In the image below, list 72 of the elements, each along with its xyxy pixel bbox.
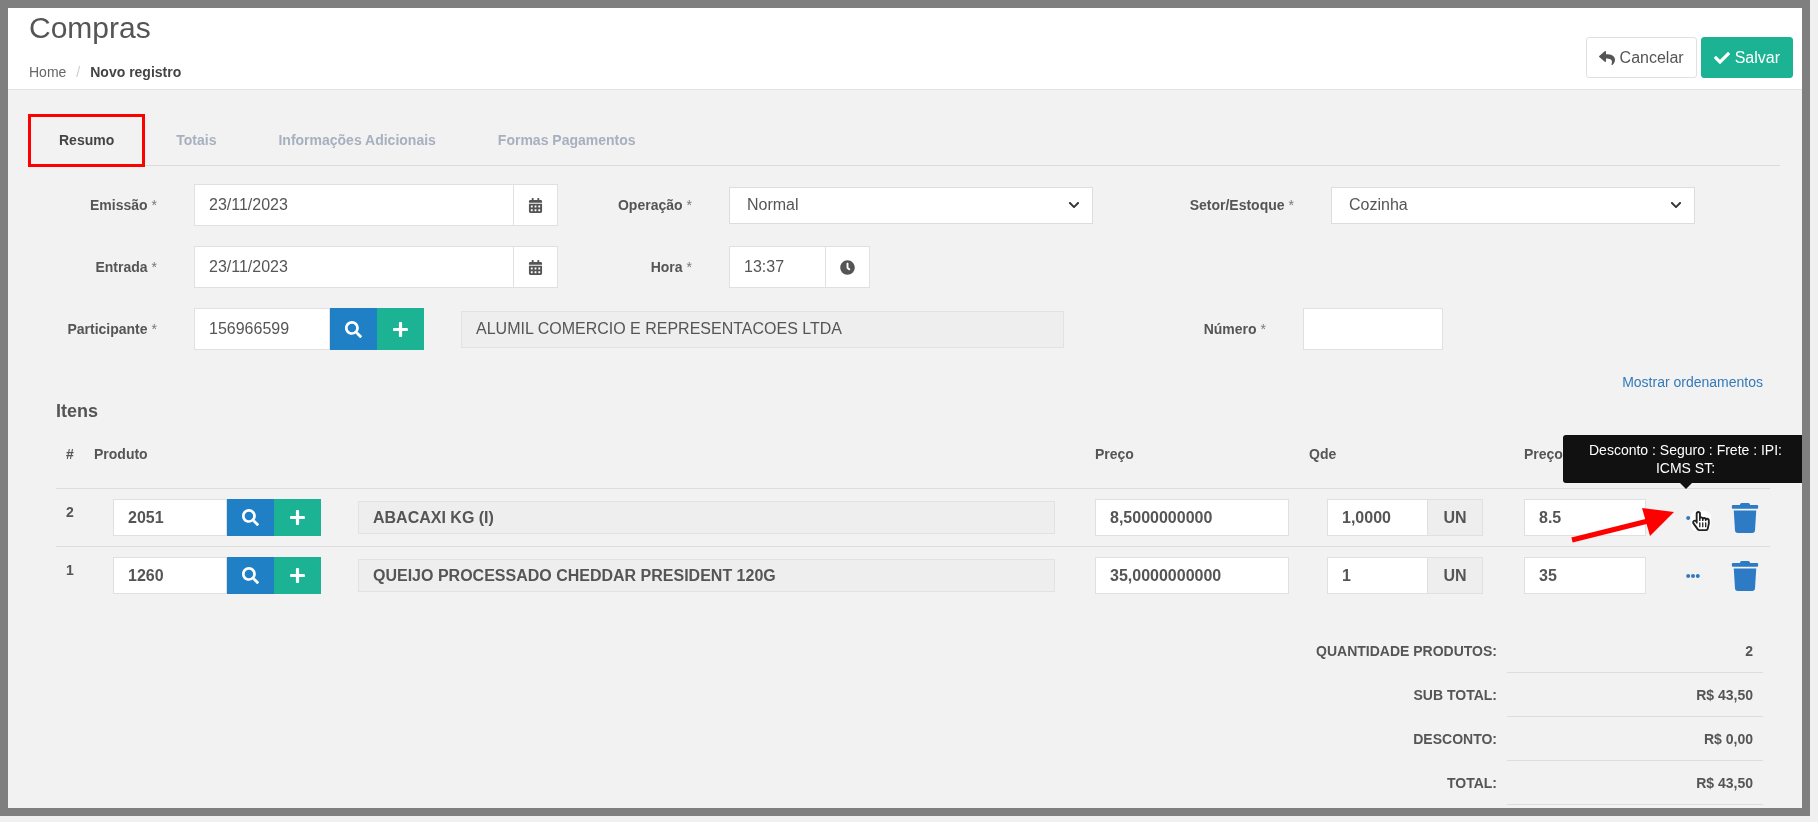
total-label: TOTAL: — [1445, 774, 1497, 793]
price-field[interactable]: 8,5000000000 — [1095, 499, 1289, 536]
product-code-field[interactable]: 1260 — [113, 557, 227, 594]
total-value: 2 — [1507, 629, 1763, 673]
unit-label: UN — [1428, 557, 1483, 594]
chevron-down-icon — [1670, 199, 1682, 211]
cancel-button[interactable]: Cancelar — [1585, 37, 1697, 78]
show-sorting-link[interactable]: Mostrar ordenamentos — [1622, 372, 1763, 392]
total-label: SUB TOTAL: — [1412, 686, 1497, 705]
section-title: Itens — [56, 400, 99, 422]
plus-icon — [289, 567, 306, 584]
field-label: Setor/Estoque * — [1189, 197, 1294, 213]
quantity-field[interactable]: 1 — [1327, 557, 1428, 594]
total-value: R$ 43,50 — [1507, 761, 1763, 805]
breadcrumb-separator: / — [76, 63, 81, 82]
product-name-field: QUEIJO PROCESSADO CHEDDAR PRESIDENT 120G — [358, 559, 1055, 592]
select-field[interactable]: Normal — [729, 186, 1093, 224]
participant-name-field: ALUMIL COMERCIO E REPRESENTACOES LTDA — [461, 310, 1064, 348]
column-header: Preço — [1095, 445, 1134, 464]
clock-icon[interactable] — [826, 246, 870, 288]
date-field[interactable]: 23/11/2023 — [194, 184, 514, 226]
total-label: QUANTIDADE PRODUTOS: — [1315, 642, 1497, 661]
total-label: DESCONTO: — [1412, 730, 1497, 749]
calendar-icon[interactable] — [514, 184, 558, 226]
column-header: # — [66, 445, 74, 464]
search-icon — [345, 320, 362, 338]
field-label: Número * — [1203, 321, 1266, 337]
column-header: Produto — [94, 445, 148, 464]
total-value: R$ 43,50 — [1507, 673, 1763, 717]
chevron-down-icon — [1068, 199, 1080, 211]
page-title: Compras — [29, 10, 152, 46]
total-price-field[interactable]: 8.5 — [1524, 499, 1646, 536]
add-button[interactable] — [274, 499, 321, 536]
number-field[interactable] — [1303, 308, 1443, 350]
product-code-field[interactable]: 2051 — [113, 499, 227, 536]
tooltip-pointer — [1679, 482, 1692, 489]
search-icon — [242, 509, 259, 526]
reply-icon — [1598, 49, 1615, 66]
price-field[interactable]: 35,0000000000 — [1095, 557, 1289, 594]
row-number: 1 — [65, 561, 75, 578]
search-button[interactable] — [227, 499, 274, 536]
row-number: 2 — [65, 503, 75, 520]
column-header: Qde — [1309, 445, 1337, 464]
field-label: Operação * — [617, 197, 692, 213]
check-icon — [1713, 49, 1730, 66]
search-icon — [242, 567, 259, 584]
total-value: R$ 0,00 — [1507, 717, 1763, 761]
select-field[interactable]: Cozinha — [1331, 186, 1695, 224]
field-label: Entrada * — [95, 259, 157, 275]
time-field[interactable]: 13:37 — [729, 246, 826, 288]
breadcrumb-item[interactable]: Home — [29, 62, 67, 82]
calendar-icon[interactable] — [514, 246, 558, 288]
add-button[interactable] — [377, 308, 424, 350]
field-label: Participante * — [67, 321, 157, 337]
plus-icon — [392, 320, 409, 338]
field-label: Hora * — [650, 259, 692, 275]
search-button[interactable] — [227, 557, 274, 594]
tab[interactable]: Resumo — [28, 114, 146, 165]
total-price-field[interactable]: 35 — [1524, 557, 1646, 594]
trash-icon[interactable] — [1730, 502, 1760, 533]
trash-icon[interactable] — [1730, 560, 1760, 591]
quantity-field[interactable]: 1,0000 — [1327, 499, 1428, 536]
column-header: Preço — [1524, 445, 1563, 464]
date-field[interactable]: 23/11/2023 — [194, 246, 514, 288]
breadcrumb-item: Novo registro — [90, 63, 182, 82]
add-button[interactable] — [274, 557, 321, 594]
field-label: Emissão * — [89, 197, 157, 213]
product-name-field: ABACAXI KG (I) — [358, 501, 1055, 534]
plus-icon — [289, 509, 306, 526]
search-button[interactable] — [330, 308, 377, 350]
unit-label: UN — [1428, 499, 1483, 536]
code-field[interactable]: 156966599 — [194, 308, 330, 350]
